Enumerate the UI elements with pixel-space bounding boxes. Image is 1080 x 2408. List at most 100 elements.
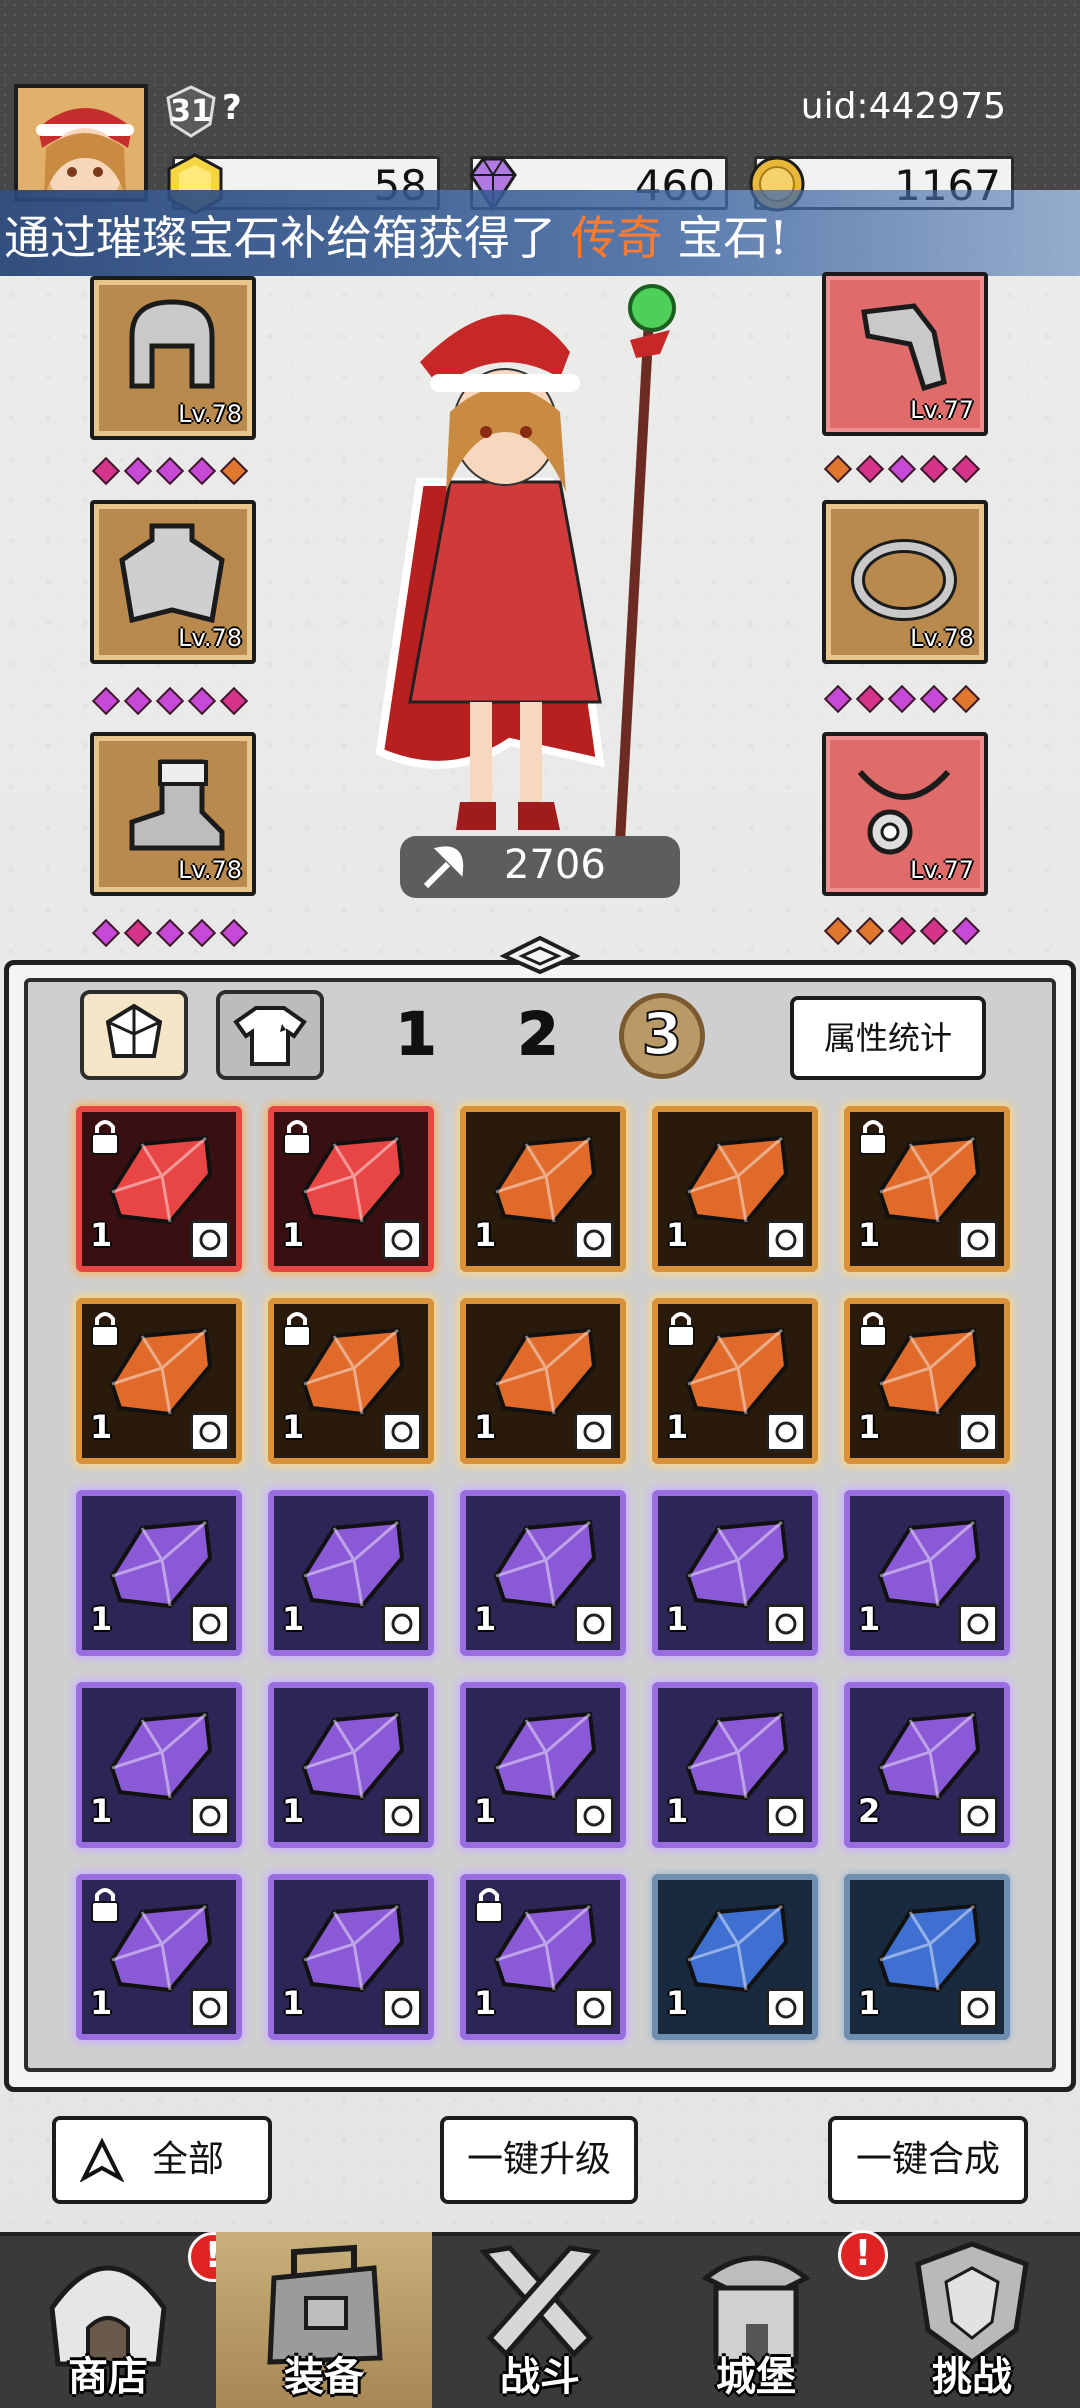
purple-gem-icon [109, 1519, 213, 1609]
nav-battle[interactable]: 战斗 [432, 2232, 648, 2408]
gem-slot[interactable]: 1 [652, 1682, 818, 1848]
purple-gem-icon [301, 1519, 405, 1609]
gem-tab-icon [105, 1003, 163, 1058]
gem-slot[interactable]: 1 [460, 1682, 626, 1848]
nav-castle[interactable]: 城堡 [648, 2232, 864, 2408]
purple-gem-icon [301, 1711, 405, 1801]
gem-slot[interactable]: 1 [268, 1682, 434, 1848]
bracer-icon [861, 303, 947, 392]
gem-slot[interactable]: 1 [268, 1490, 434, 1656]
gem-slot[interactable]: 2 [844, 1682, 1010, 1848]
weapon-icon [958, 1604, 998, 1644]
page-1-button[interactable]: 1 [378, 998, 454, 1074]
necklace-icon [574, 1988, 614, 2028]
page-3-button[interactable]: 3 [624, 998, 700, 1074]
gem-quantity: 1 [90, 1600, 113, 1638]
gem-slot[interactable]: 1 [652, 1298, 818, 1464]
orange-gem-icon [493, 1135, 597, 1225]
attribute-stats-button[interactable]: 属性统计 [790, 996, 986, 1080]
ring-icon [382, 1412, 422, 1452]
gem-slot[interactable]: 1 [268, 1298, 434, 1464]
boot-icon [766, 1220, 806, 1260]
ring-icon [851, 539, 957, 621]
gem-slot[interactable]: 1 [844, 1874, 1010, 2040]
gem-slot[interactable]: 1 [844, 1490, 1010, 1656]
merge-all-button[interactable]: 一键合成 [828, 2116, 1028, 2204]
loot-notification-banner: 通过璀璨宝石补给箱获得了 传奇 宝石! [0, 190, 1080, 276]
gem-slot[interactable]: 1 [76, 1874, 242, 2040]
ring-icon [766, 1412, 806, 1452]
gem-quantity: 1 [666, 1216, 689, 1254]
equip-slot-armor[interactable]: Lv.78 [90, 500, 256, 664]
socket-gems-row [823, 684, 994, 714]
gem-slot[interactable]: 1 [76, 1490, 242, 1656]
gem-quantity: 1 [282, 1408, 305, 1446]
purple-gem-icon [301, 1903, 405, 1993]
ring-icon [766, 1796, 806, 1836]
gem-slot[interactable]: 1 [268, 1874, 434, 2040]
equip-slot-helmet[interactable]: Lv.78 [90, 276, 256, 440]
lock-icon [283, 1120, 311, 1155]
purple-gem-icon [109, 1711, 213, 1801]
gem-slot[interactable]: 1 [460, 1298, 626, 1464]
hero-character-portrait[interactable] [360, 282, 680, 852]
equip-slot-bracer[interactable]: Lv.77 [822, 272, 988, 436]
banner-prefix: 通过璀璨宝石补给箱获得了 [4, 211, 556, 265]
help-icon[interactable]: ? [222, 88, 242, 128]
equip-level: Lv.78 [178, 400, 242, 428]
player-level-badge[interactable]: 31 [164, 84, 218, 138]
ring-icon [574, 1412, 614, 1452]
nav-label: 挑战 [932, 2354, 1012, 2400]
shirt-tab-icon [233, 1006, 307, 1066]
necklace-icon [958, 1796, 998, 1836]
tab-equipment[interactable] [216, 990, 324, 1080]
nav-shop[interactable]: 商店 [0, 2232, 216, 2408]
cape-icon [190, 1220, 230, 1260]
avatar[interactable] [14, 84, 148, 202]
filter-triangle-icon [80, 2138, 124, 2182]
purple-gem-icon [877, 1519, 981, 1609]
ring-icon [574, 1796, 614, 1836]
socket-gems-row [823, 454, 994, 484]
gem-slot[interactable]: 1 [652, 1490, 818, 1656]
gem-slot[interactable]: 1 [652, 1106, 818, 1272]
player-level: 31 [170, 94, 212, 129]
gem-quantity: 1 [858, 1600, 881, 1638]
equip-slot-necklace[interactable]: Lv.77 [822, 732, 988, 896]
gem-slot[interactable]: 1 [460, 1106, 626, 1272]
filter-all-button[interactable]: 全部 [52, 2116, 272, 2204]
upgrade-all-button[interactable]: 一键升级 [440, 2116, 638, 2204]
gem-slot[interactable]: 1 [76, 1106, 242, 1272]
page-2-button[interactable]: 2 [500, 998, 576, 1074]
boot-icon [574, 1604, 614, 1644]
gem-slot[interactable]: 1 [460, 1874, 626, 2040]
equip-slot-ring[interactable]: Lv.78 [822, 500, 988, 664]
gem-slot[interactable]: 1 [460, 1490, 626, 1656]
gem-slot[interactable]: 1 [76, 1682, 242, 1848]
nav-challenge[interactable]: 挑战 [864, 2232, 1080, 2408]
nav-label: 商店 [68, 2354, 148, 2400]
lock-icon [859, 1312, 887, 1347]
gem-slot[interactable]: 1 [76, 1298, 242, 1464]
orange-gem-icon [493, 1327, 597, 1417]
gem-slot[interactable]: 1 [652, 1874, 818, 2040]
gem-slot[interactable]: 1 [844, 1106, 1010, 1272]
gem-quantity: 1 [282, 1600, 305, 1638]
orange-gem-icon [685, 1135, 789, 1225]
purple-gem-icon [493, 1711, 597, 1801]
gem-slot[interactable]: 1 [268, 1106, 434, 1272]
tab-gems[interactable] [80, 990, 188, 1080]
equip-level: Lv.77 [910, 396, 974, 424]
equip-slot-boots[interactable]: Lv.78 [90, 732, 256, 896]
helmet-icon [129, 299, 215, 389]
weapon-icon [382, 1796, 422, 1836]
gem-slot[interactable]: 1 [844, 1298, 1010, 1464]
socket-gems-row [91, 456, 262, 486]
gem-quantity: 1 [474, 1408, 497, 1446]
equip-level: Lv.78 [178, 856, 242, 884]
boot-icon [129, 759, 225, 851]
gem-quantity: 1 [90, 1984, 113, 2022]
gem-quantity: 1 [858, 1984, 881, 2022]
nav-equipment[interactable]: 装备 [216, 2232, 432, 2408]
gem-quantity: 1 [474, 1792, 497, 1830]
